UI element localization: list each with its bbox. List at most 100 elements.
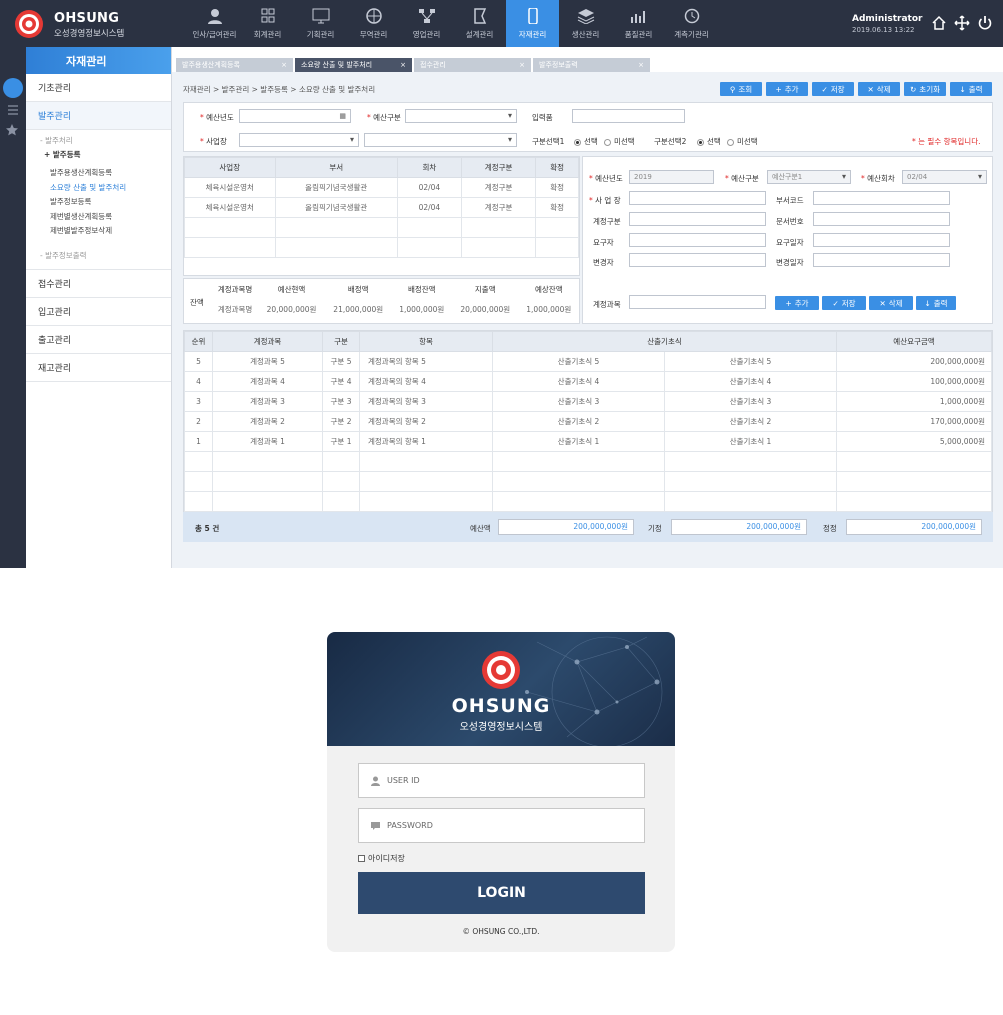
nav-planning[interactable]: 기획관리 — [294, 0, 347, 47]
save-button[interactable]: ✓ 저장 — [812, 82, 854, 96]
nav-design[interactable]: 설계관리 — [453, 0, 506, 47]
table-cell: 계정과목의 항목 1 — [359, 431, 493, 452]
site-select[interactable] — [239, 133, 359, 147]
home-circle-icon[interactable] — [3, 78, 23, 98]
select1-radio-on[interactable]: 선택 — [574, 136, 598, 147]
ohsung-logo-icon[interactable] — [14, 9, 44, 39]
submenu-item[interactable]: 발주정보등록 — [26, 195, 171, 210]
star-icon[interactable] — [6, 124, 18, 136]
power-icon[interactable] — [977, 15, 993, 31]
detail-print-button[interactable]: ↓ 출력 — [916, 296, 956, 310]
table-row[interactable]: 체육시설운영처 올림픽기념국생활관 02/04 계정구분 확정 — [184, 177, 579, 198]
budget-value[interactable]: 200,000,000원 — [498, 519, 634, 535]
tab-item[interactable]: 접수관리 × — [414, 58, 531, 72]
table-cell: 확정 — [535, 197, 579, 218]
nav-instruments[interactable]: 계측기관리 — [665, 0, 718, 47]
select2-radio-on[interactable]: 선택 — [697, 136, 721, 147]
detail-site-input[interactable] — [629, 191, 766, 205]
tab-label: 접수관리 — [420, 61, 446, 69]
submenu-item[interactable]: 제번별생산계획등록 — [26, 210, 171, 225]
detail-round-select[interactable]: 02/04 — [902, 170, 987, 184]
requester-input[interactable] — [629, 233, 766, 247]
nav-trade[interactable]: 무역관리 — [347, 0, 400, 47]
prev-value[interactable]: 200,000,000원 — [671, 519, 807, 535]
submenu-footer[interactable]: - 발주정보출력 — [26, 249, 171, 263]
type-select[interactable] — [405, 109, 517, 123]
acct-input[interactable] — [629, 212, 766, 226]
close-icon[interactable]: × — [281, 61, 287, 69]
detail-type-select[interactable]: 예산구분1 — [767, 170, 851, 184]
calendar-icon[interactable]: ▦ — [339, 112, 346, 120]
home-icon[interactable] — [931, 15, 947, 31]
table-row[interactable]: 4 계정과목 4 구분 4 계정과목의 항목 4 산출기초식 4 산출기초식 4 100,0… — [184, 371, 992, 392]
user-id-input[interactable]: USER ID — [358, 763, 645, 798]
nav-sales[interactable]: 영업관리 — [400, 0, 453, 47]
deptcode-input[interactable] — [813, 191, 950, 205]
adj-value[interactable]: 200,000,000원 — [846, 519, 982, 535]
detail-year-input[interactable]: 2019 — [629, 170, 714, 184]
password-input[interactable]: PASSWORD — [358, 808, 645, 843]
table-row[interactable]: 1 계정과목 1 구분 1 계정과목의 항목 1 산출기초식 1 산출기초식 1 5,000… — [184, 431, 992, 452]
changer-input[interactable] — [629, 253, 766, 267]
submenu-item[interactable]: 발주용생산계획등록 — [26, 166, 171, 181]
print-button[interactable]: ↓ 출력 — [950, 82, 992, 96]
table-cell: 계정과목의 항목 2 — [359, 411, 493, 432]
chgdate-input[interactable] — [813, 253, 950, 267]
main-table: 순위 계정과목 구분 항목 산출기초식 예산요구금액 5 계정과목 5 구분 5 계정… — [184, 331, 992, 512]
nav-quality[interactable]: 품질관리 — [612, 0, 665, 47]
close-icon[interactable]: × — [519, 61, 525, 69]
nav-production[interactable]: 생산관리 — [559, 0, 612, 47]
submenu-group[interactable]: + 발주등록 — [26, 148, 171, 162]
sidebar-item-order[interactable]: 발주관리 — [26, 102, 171, 130]
tab-item-active[interactable]: 소요량 산출 및 발주처리 × — [295, 58, 412, 72]
col-header: 회차 — [396, 157, 462, 178]
table-cell: 올림픽기념국생활관 — [274, 177, 398, 198]
table-row[interactable]: 2 계정과목 2 구분 2 계정과목의 항목 2 산출기초식 2 산출기초식 2 170,0… — [184, 411, 992, 432]
add-button[interactable]: + 추가 — [766, 82, 808, 96]
button-label: 추가 — [794, 298, 809, 308]
nav-label: 계측기관리 — [674, 29, 709, 39]
detail-save-button[interactable]: ✓ 저장 — [822, 296, 866, 310]
sidebar-item-stock[interactable]: 재고관리 — [26, 354, 171, 382]
tab-item[interactable]: 발주용생산계획등록 × — [176, 58, 293, 72]
close-icon[interactable]: × — [638, 61, 644, 69]
sidebar-item-basic[interactable]: 기초관리 — [26, 74, 171, 102]
sidebar-item-inbound[interactable]: 입고관리 — [26, 298, 171, 326]
menu-icon[interactable] — [7, 105, 19, 115]
docno-input[interactable] — [813, 212, 950, 226]
deptcode-label: 부서코드 — [776, 196, 804, 205]
close-icon[interactable]: × — [400, 61, 406, 69]
reset-button[interactable]: ↻ 초기화 — [904, 82, 946, 96]
remember-checkbox[interactable] — [358, 855, 365, 862]
submenu-header[interactable]: - 발주처리 — [26, 134, 171, 148]
delete-button[interactable]: ✕ 삭제 — [858, 82, 900, 96]
tab-item[interactable]: 발주정보출력 × — [533, 58, 650, 72]
nav-materials[interactable]: 자재관리 — [506, 0, 559, 47]
sidebar-item-reception[interactable]: 접수관리 — [26, 270, 171, 298]
site-label: * 사업장 — [200, 137, 227, 146]
table-cell: 1,000,000원 — [836, 391, 992, 412]
search-button[interactable]: ⚲ 조회 — [720, 82, 762, 96]
table-row[interactable]: 체육시설운영처 올림픽기념국생활관 02/04 계정구분 확정 — [184, 197, 579, 218]
remember-id[interactable]: 아이디저장 — [358, 853, 405, 864]
table-row[interactable]: 5 계정과목 5 구분 5 계정과목의 항목 5 산출기초식 5 산출기초식 5 200,0… — [184, 351, 992, 372]
submenu-item-active[interactable]: 소요량 산출 및 발주처리 — [26, 181, 171, 196]
input-field[interactable] — [572, 109, 685, 123]
select2-radio-off[interactable]: 미선택 — [727, 136, 758, 147]
detail-site-label: * 사 업 장 — [589, 196, 621, 205]
table-row[interactable]: 3 계정과목 3 구분 3 계정과목의 항목 3 산출기초식 3 산출기초식 3 1,000… — [184, 391, 992, 412]
dept-select[interactable] — [364, 133, 517, 147]
detail-add-button[interactable]: + 추가 — [775, 296, 819, 310]
sidebar: 자재관리 기초관리 발주관리 - 발주처리 + 발주등록 발주용생산계획등록 소… — [26, 47, 172, 568]
nav-accounting[interactable]: 회계관리 — [241, 0, 294, 47]
sidebar-item-outbound[interactable]: 출고관리 — [26, 326, 171, 354]
year-input[interactable]: ▦ — [239, 109, 351, 123]
subject-input[interactable] — [629, 295, 766, 309]
detail-delete-button[interactable]: ✕ 삭제 — [869, 296, 913, 310]
login-button[interactable]: LOGIN — [358, 872, 645, 914]
move-icon[interactable] — [954, 15, 970, 31]
nav-hr[interactable]: 인사/급여관리 — [188, 0, 241, 47]
submenu-item[interactable]: 제번별발주정보삭제 — [26, 224, 171, 239]
reqdate-input[interactable] — [813, 233, 950, 247]
select1-radio-off[interactable]: 미선택 — [604, 136, 635, 147]
